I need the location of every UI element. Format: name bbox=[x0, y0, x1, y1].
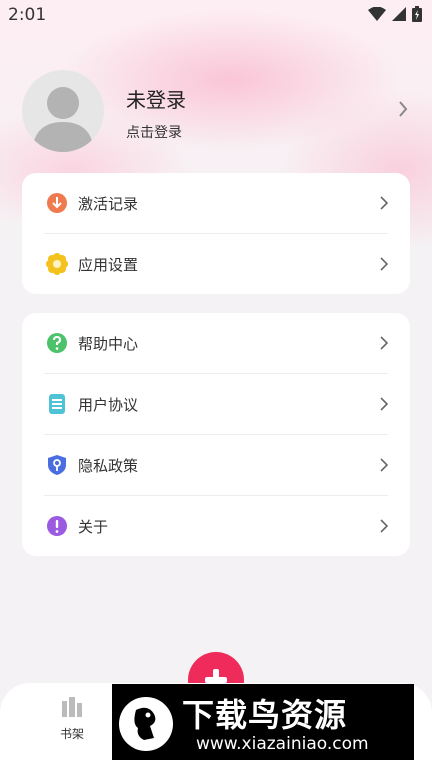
menu-item-privacy[interactable]: 隐私政策 bbox=[22, 435, 410, 495]
login-link[interactable]: 点击登录 bbox=[126, 122, 182, 142]
bookshelf-icon bbox=[62, 697, 82, 717]
menu-item-help[interactable]: 帮助中心 bbox=[22, 313, 410, 373]
download-circle-icon bbox=[47, 193, 67, 213]
chevron-right-icon bbox=[380, 397, 388, 411]
chevron-right-icon[interactable] bbox=[398, 100, 408, 118]
nav-item-label: 书架 bbox=[59, 727, 84, 741]
login-status: 未登录 bbox=[126, 88, 186, 112]
signal-icon bbox=[392, 7, 406, 21]
chevron-right-icon bbox=[380, 336, 388, 350]
shield-icon bbox=[48, 455, 66, 475]
menu-item-label: 用户协议 bbox=[78, 396, 139, 414]
menu-item-label: 帮助中心 bbox=[78, 335, 139, 353]
document-icon bbox=[49, 394, 65, 414]
menu-item-settings[interactable]: 应用设置 bbox=[22, 234, 410, 294]
wifi-icon bbox=[368, 7, 386, 21]
nav-item-bookshelf[interactable]: 书架 bbox=[52, 695, 92, 742]
menu-item-activation[interactable]: 激活记录 bbox=[22, 173, 410, 233]
menu-item-label: 关于 bbox=[78, 518, 109, 536]
menu-card-2: 帮助中心 用户协议 隐私政策 关于 bbox=[22, 313, 410, 556]
status-bar: 2:01 bbox=[0, 0, 432, 30]
watermark-banner: 下载鸟资源 www.xiazainiao.com bbox=[112, 684, 414, 760]
menu-item-label: 激活记录 bbox=[78, 195, 139, 213]
default-avatar-icon bbox=[32, 87, 94, 152]
watermark-title: 下载鸟资源 bbox=[182, 696, 348, 734]
chevron-right-icon bbox=[380, 257, 388, 271]
chevron-right-icon bbox=[380, 458, 388, 472]
menu-card-1: 激活记录 应用设置 bbox=[22, 173, 410, 294]
menu-item-about[interactable]: 关于 bbox=[22, 496, 410, 556]
profile-header[interactable]: 未登录 点击登录 bbox=[22, 70, 414, 154]
avatar[interactable] bbox=[22, 70, 104, 152]
gear-flower-icon bbox=[46, 253, 68, 275]
chevron-right-icon bbox=[380, 196, 388, 210]
menu-item-user-agreement[interactable]: 用户协议 bbox=[22, 374, 410, 434]
question-circle-icon bbox=[47, 333, 67, 353]
status-icons bbox=[368, 6, 422, 22]
menu-item-label: 隐私政策 bbox=[78, 457, 139, 475]
status-time: 2:01 bbox=[8, 5, 47, 25]
info-circle-icon bbox=[47, 516, 67, 536]
menu-item-label: 应用设置 bbox=[78, 256, 139, 274]
bird-logo-icon bbox=[119, 697, 173, 751]
battery-icon bbox=[412, 6, 422, 22]
chevron-right-icon bbox=[380, 519, 388, 533]
watermark-url: www.xiazainiao.com bbox=[196, 734, 369, 754]
